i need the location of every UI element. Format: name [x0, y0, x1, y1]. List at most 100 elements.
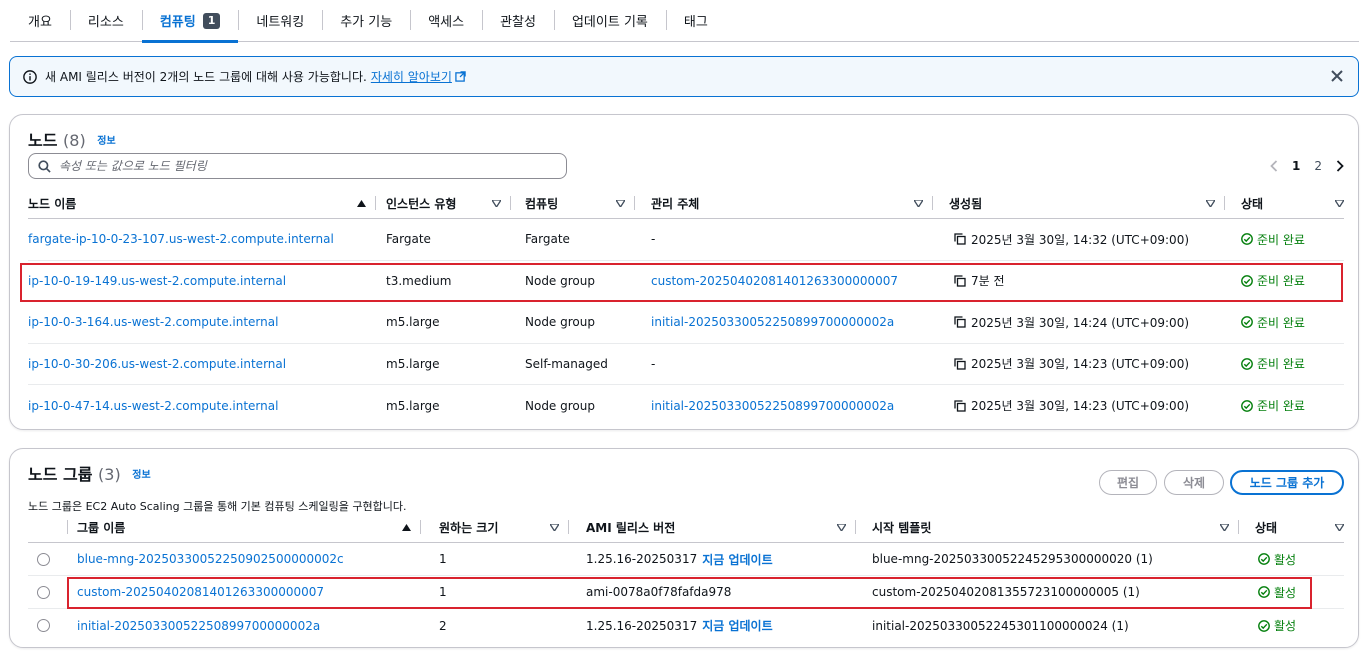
status-cell: 준비 완료 — [1241, 344, 1305, 385]
table-header: 노드 이름 인스턴스 유형 컴퓨팅 관리 주체 생성됨 상태 — [28, 187, 1344, 219]
col-created[interactable]: 생성됨 — [949, 187, 1225, 219]
tab-tags[interactable]: 태그 — [665, 0, 726, 42]
node-name-link[interactable]: fargate-ip-10-0-23-107.us-west-2.compute… — [28, 219, 334, 260]
compute-type: Node group — [525, 398, 595, 413]
status-cell: 준비 완료 — [1241, 302, 1305, 343]
col-compute[interactable]: 컴퓨팅 — [525, 187, 635, 219]
instance-type: Fargate — [386, 232, 431, 247]
copy-icon[interactable] — [954, 316, 966, 328]
nodes-count: (8) — [63, 131, 86, 150]
tab-bar: 개요 리소스 컴퓨팅 1 네트워킹 추가 기능 액세스 관찰성 업데이트 기록 태… — [10, 0, 1359, 43]
created-time: 2025년 3월 30일, 14:32 (UTC+09:00) — [971, 232, 1190, 247]
managed-by: - — [651, 356, 656, 371]
launch-template: blue-mng-20250330052245295300000020 (1) — [872, 552, 1153, 566]
copy-icon[interactable] — [954, 233, 966, 245]
status-text: 준비 완료 — [1257, 315, 1305, 330]
col-status[interactable]: 상태 — [1241, 187, 1346, 219]
node-filter-input[interactable] — [59, 159, 539, 173]
status-text: 활성 — [1274, 552, 1297, 567]
caret-down-icon — [1335, 200, 1344, 207]
tab-label: 태그 — [683, 15, 708, 30]
tab-label: 컴퓨팅 — [159, 15, 196, 30]
status-cell: 활성 — [1258, 576, 1296, 608]
node-name-link[interactable]: ip-10-0-47-14.us-west-2.compute.internal — [28, 385, 278, 427]
col-launch-template[interactable]: 시작 템플릿 — [872, 511, 1239, 543]
col-instance-type[interactable]: 인스턴스 유형 — [386, 187, 511, 219]
copy-icon[interactable] — [954, 400, 966, 412]
nodegroups-container: 노드 그룹 (3) 정보 노드 그룹은 EC2 Auto Scaling 그룹을… — [9, 448, 1359, 648]
status-success-icon — [1241, 357, 1253, 370]
nodegroups-title: 노드 그룹 — [28, 465, 93, 484]
status-cell: 준비 완료 — [1241, 219, 1305, 260]
nodes-info-link[interactable]: 정보 — [97, 136, 115, 147]
tab-networking[interactable]: 네트워킹 — [238, 0, 322, 42]
tab-resources[interactable]: 리소스 — [69, 0, 142, 42]
tab-add-ons[interactable]: 추가 기능 — [322, 0, 410, 42]
page-2[interactable]: 2 — [1314, 159, 1322, 173]
sort-ascending-icon — [402, 524, 411, 531]
ami-cell: ami-0078a0f78fafda978 — [586, 576, 731, 608]
node-filter[interactable] — [28, 153, 567, 179]
col-status[interactable]: 상태 — [1255, 511, 1346, 543]
col-ami-version[interactable]: AMI 릴리스 버전 — [586, 511, 856, 543]
page-1[interactable]: 1 — [1292, 159, 1300, 173]
delete-button[interactable]: 삭제 — [1164, 470, 1224, 495]
info-flashbar: 새 AMI 릴리스 버전이 2개의 노드 그룹에 대해 사용 가능합니다. 자세… — [9, 56, 1359, 97]
tab-update-history[interactable]: 업데이트 기록 — [553, 0, 666, 42]
launch-template: initial-20250330052245301100000024 (1) — [872, 618, 1129, 633]
col-managed-by[interactable]: 관리 주체 — [651, 187, 933, 219]
nodes-header: 노드 (8) 정보 — [28, 127, 116, 151]
row-radio[interactable] — [37, 619, 50, 632]
col-node-name[interactable]: 노드 이름 — [28, 187, 376, 219]
created-cell: 2025년 3월 30일, 14:23 (UTC+09:00) — [954, 385, 1189, 427]
caret-down-icon — [1206, 200, 1215, 207]
group-name-link[interactable]: blue-mng-20250330052250902500000002c — [77, 543, 344, 575]
caret-down-icon — [550, 524, 559, 531]
nodegroups-info-link[interactable]: 정보 — [132, 470, 150, 481]
managed-by-link[interactable]: initial-20250330052250899700000002a — [651, 302, 894, 343]
created-time: 2025년 3월 30일, 14:23 (UTC+09:00) — [971, 399, 1190, 414]
update-now-link[interactable]: 지금 업데이트 — [702, 551, 772, 568]
row-select-cell — [37, 576, 50, 608]
created-time: 2025년 3월 30일, 14:24 (UTC+09:00) — [971, 315, 1190, 330]
pagination: 1 2 — [1270, 159, 1344, 173]
copy-icon[interactable] — [954, 358, 966, 370]
edit-button[interactable]: 편집 — [1099, 470, 1157, 495]
col-label: 그룹 이름 — [77, 520, 126, 535]
col-label: 관리 주체 — [651, 196, 700, 211]
row-radio[interactable] — [37, 585, 50, 599]
created-cell: 7분 전 — [954, 261, 1005, 302]
col-group-name[interactable]: 그룹 이름 — [77, 511, 421, 543]
instance-type: m5.large — [386, 398, 440, 413]
node-name-link[interactable]: ip-10-0-3-164.us-west-2.compute.internal — [28, 302, 278, 343]
chevron-left-icon[interactable] — [1270, 160, 1278, 172]
launch-template: custom-20250402081355723100000005 (1) — [872, 585, 1140, 599]
table-row: blue-mng-20250330052250902500000002c 1 1… — [28, 543, 1344, 576]
created-cell: 2025년 3월 30일, 14:24 (UTC+09:00) — [954, 302, 1189, 343]
close-icon[interactable] — [1330, 69, 1344, 83]
chevron-right-icon[interactable] — [1336, 160, 1344, 172]
tab-label: 리소스 — [87, 15, 124, 30]
col-label: 노드 이름 — [28, 196, 77, 211]
copy-icon[interactable] — [954, 275, 966, 287]
tab-compute[interactable]: 컴퓨팅 1 — [141, 0, 239, 43]
update-now-link[interactable]: 지금 업데이트 — [702, 617, 772, 634]
managed-by-link[interactable]: initial-20250330052250899700000002a — [651, 385, 894, 427]
node-name-link[interactable]: ip-10-0-30-206.us-west-2.compute.interna… — [28, 344, 286, 385]
tab-overview[interactable]: 개요 — [10, 0, 70, 42]
col-label: 생성됨 — [949, 196, 983, 211]
managed-by-link[interactable]: custom-20250402081401263300000007 — [651, 261, 898, 302]
learn-more-link[interactable]: 자세히 알아보기 — [371, 68, 452, 85]
status-success-icon — [1258, 586, 1270, 598]
group-name-link[interactable]: custom-20250402081401263300000007 — [77, 576, 324, 608]
ami-version: 1.25.16-20250317 — [586, 552, 698, 566]
row-radio[interactable] — [37, 552, 50, 566]
table-header: 그룹 이름 원하는 크기 AMI 릴리스 버전 시작 템플릿 상태 — [28, 511, 1344, 543]
instance-type: m5.large — [386, 315, 440, 330]
col-desired-size[interactable]: 원하는 크기 — [439, 511, 569, 543]
add-nodegroup-button[interactable]: 노드 그룹 추가 — [1230, 470, 1344, 495]
tab-access[interactable]: 액세스 — [410, 0, 482, 42]
node-name-link[interactable]: ip-10-0-19-149.us-west-2.compute.interna… — [28, 261, 286, 302]
group-name-link[interactable]: initial-20250330052250899700000002a — [77, 609, 320, 642]
tab-observability[interactable]: 관찰성 — [482, 0, 554, 42]
